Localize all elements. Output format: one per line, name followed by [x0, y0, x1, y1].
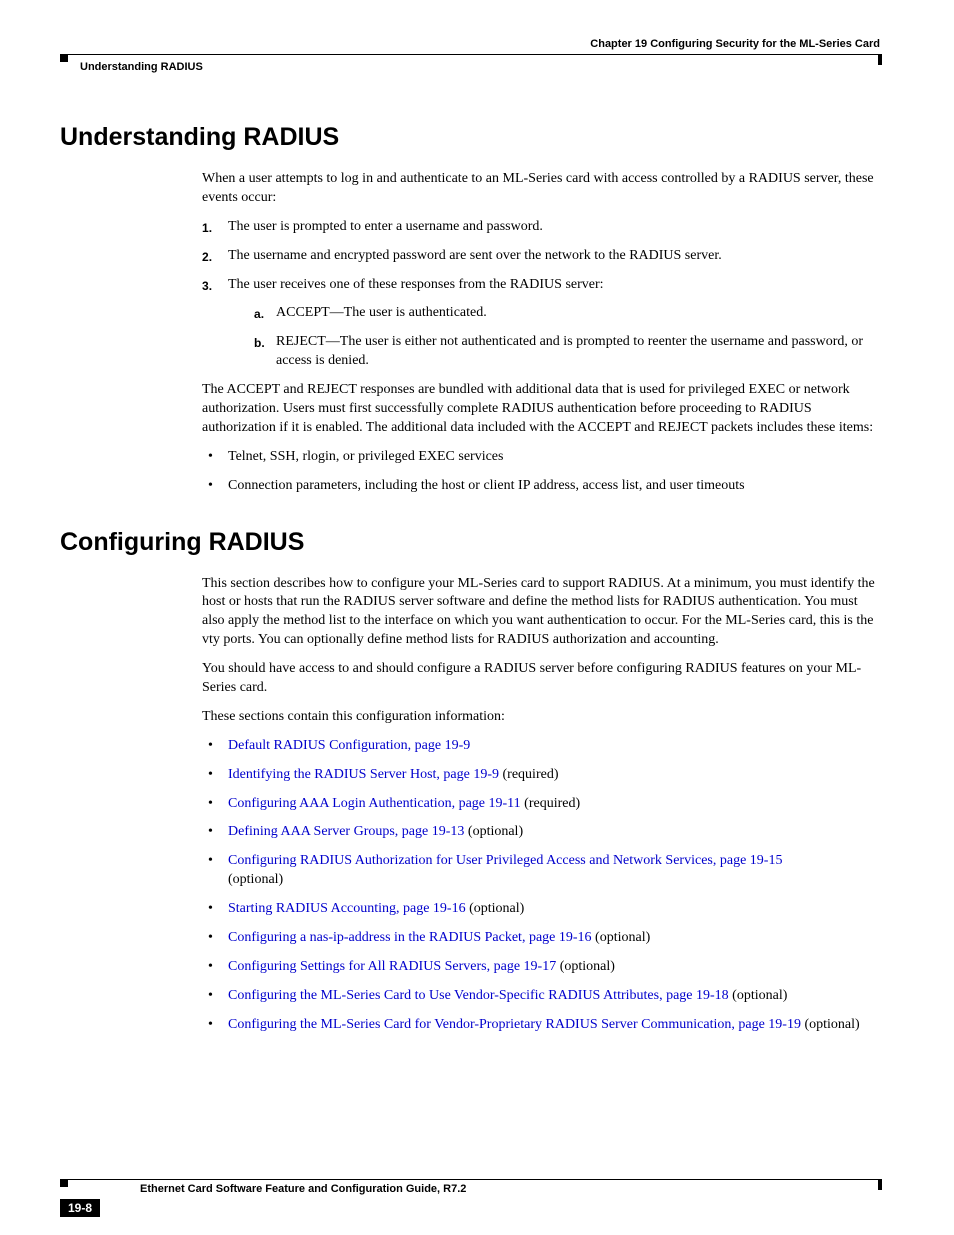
response-reject: REJECT—The user is either not authentica… [254, 333, 882, 371]
bullet-connection: Connection parameters, including the hos… [202, 477, 882, 496]
step-3: The user receives one of these responses… [202, 276, 882, 372]
suffix-optional: (optional) [729, 988, 788, 1003]
suffix-optional: (optional) [466, 901, 525, 916]
intro-paragraph: When a user attempts to log in and authe… [202, 170, 882, 208]
list-item: Configuring RADIUS Authorization for Use… [202, 852, 882, 890]
section2-body: This section describes how to configure … [202, 575, 882, 1035]
list-item: Defining AAA Server Groups, page 19-13 (… [202, 823, 882, 842]
document-page: Chapter 19 Configuring Security for the … [0, 0, 954, 1235]
config-links-list: Default RADIUS Configuration, page 19-9 … [202, 737, 882, 1035]
footer-rule [60, 1179, 882, 1184]
section-title-understanding: Understanding RADIUS [60, 123, 882, 152]
page-footer: Ethernet Card Software Feature and Confi… [60, 1179, 882, 1195]
link-nas-ip[interactable]: Configuring a nas-ip-address in the RADI… [228, 930, 592, 945]
link-default-config[interactable]: Default RADIUS Configuration, page 19-9 [228, 738, 470, 753]
suffix-optional: (optional) [228, 872, 283, 887]
response-accept: ACCEPT—The user is authenticated. [254, 304, 882, 323]
link-aaa-login[interactable]: Configuring AAA Login Authentication, pa… [228, 796, 521, 811]
footer-start-marker [60, 1179, 68, 1187]
guide-title: Ethernet Card Software Feature and Confi… [140, 1183, 882, 1195]
suffix-required: (required) [521, 796, 580, 811]
bullet-services: Telnet, SSH, rlogin, or privileged EXEC … [202, 448, 882, 467]
running-section-label: Understanding RADIUS [80, 61, 882, 73]
suffix-optional: (optional) [556, 959, 615, 974]
suffix-optional: (optional) [464, 824, 523, 839]
link-radius-auth[interactable]: Configuring RADIUS Authorization for Use… [228, 853, 782, 868]
step-1: The user is prompted to enter a username… [202, 218, 882, 237]
additional-data-list: Telnet, SSH, rlogin, or privileged EXEC … [202, 448, 882, 496]
list-item: Configuring AAA Login Authentication, pa… [202, 795, 882, 814]
suffix-optional: (optional) [801, 1017, 860, 1032]
header-rule [60, 54, 882, 59]
section-title-configuring: Configuring RADIUS [60, 528, 882, 557]
chapter-header: Chapter 19 Configuring Security for the … [60, 38, 882, 50]
event-steps-list: The user is prompted to enter a username… [202, 218, 882, 371]
header-end-marker [878, 54, 882, 65]
list-item: Configuring the ML-Series Card for Vendo… [202, 1016, 882, 1035]
configuring-para3: These sections contain this configuratio… [202, 708, 882, 727]
link-radius-accounting[interactable]: Starting RADIUS Accounting, page 19-16 [228, 901, 466, 916]
suffix-required: (required) [499, 767, 558, 782]
suffix-optional: (optional) [592, 930, 651, 945]
link-aaa-groups[interactable]: Defining AAA Server Groups, page 19-13 [228, 824, 464, 839]
list-item: Default RADIUS Configuration, page 19-9 [202, 737, 882, 756]
list-item: Configuring a nas-ip-address in the RADI… [202, 929, 882, 948]
link-all-servers[interactable]: Configuring Settings for All RADIUS Serv… [228, 959, 556, 974]
section1-body: When a user attempts to log in and authe… [202, 170, 882, 496]
header-start-marker [60, 54, 68, 62]
accept-reject-paragraph: The ACCEPT and REJECT responses are bund… [202, 381, 882, 438]
step-3-text: The user receives one of these responses… [228, 277, 604, 292]
link-vendor-proprietary[interactable]: Configuring the ML-Series Card for Vendo… [228, 1017, 801, 1032]
footer-end-marker [878, 1179, 882, 1190]
step-2: The username and encrypted password are … [202, 247, 882, 266]
configuring-para2: You should have access to and should con… [202, 660, 882, 698]
section-configuring: Configuring RADIUS This section describe… [60, 528, 882, 1035]
configuring-para1: This section describes how to configure … [202, 575, 882, 651]
list-item: Identifying the RADIUS Server Host, page… [202, 766, 882, 785]
list-item: Configuring Settings for All RADIUS Serv… [202, 958, 882, 977]
page-content: Understanding RADIUS When a user attempt… [60, 123, 882, 1035]
responses-list: ACCEPT—The user is authenticated. REJECT… [254, 304, 882, 371]
list-item: Starting RADIUS Accounting, page 19-16 (… [202, 900, 882, 919]
page-number: 19-8 [60, 1199, 100, 1217]
link-vendor-specific[interactable]: Configuring the ML-Series Card to Use Ve… [228, 988, 729, 1003]
list-item: Configuring the ML-Series Card to Use Ve… [202, 987, 882, 1006]
link-identify-host[interactable]: Identifying the RADIUS Server Host, page… [228, 767, 499, 782]
